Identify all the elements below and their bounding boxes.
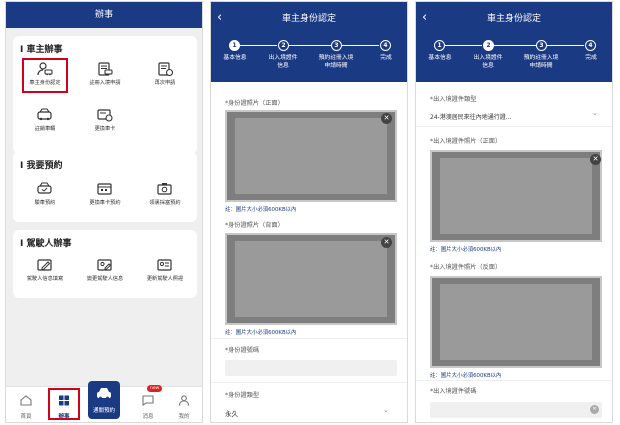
- screen-services: 辦事 I 車主辦事 車主身份認定 註冊入境申請 再次申請 註銷車輛 更換車卡 I…: [5, 1, 203, 423]
- id-front-photo[interactable]: [225, 110, 397, 202]
- id-photo-icon: [157, 259, 172, 271]
- step-2: 2: [278, 40, 289, 51]
- service-driver-photo-update[interactable]: 更新駕駛人照證: [137, 258, 193, 282]
- service-registration-entry[interactable]: 註冊入境申請: [77, 62, 133, 86]
- id-back-label: *身份證照片（背面）: [225, 222, 284, 229]
- new-badge: new: [147, 385, 163, 392]
- navbar: 辦事: [6, 2, 202, 28]
- user-icon: [178, 395, 190, 406]
- service-driver-info-change[interactable]: 變更駕駛人信息: [77, 258, 133, 282]
- step-2: 2: [483, 40, 494, 51]
- step-label: 預約註冊入境 申請時間: [523, 55, 559, 69]
- card-swap-icon: [97, 109, 113, 122]
- doc-number-label: *出入境證件號碼: [430, 388, 477, 395]
- section-title: I 車主辦事: [20, 45, 63, 55]
- navbar: ‹ 車主身份認定: [416, 2, 612, 36]
- id-back-photo[interactable]: [225, 233, 397, 325]
- chevron-down-icon: ⌄: [383, 406, 389, 414]
- step-label: 完成: [585, 55, 597, 61]
- section-title: I 駕駛人辦事: [20, 239, 72, 249]
- car-icon: [97, 388, 111, 400]
- step-label: 基本信息: [223, 55, 247, 61]
- step-label: 預約註冊入境 申請時間: [318, 55, 354, 69]
- close-icon[interactable]: ✕: [381, 113, 392, 124]
- home-icon: [20, 395, 32, 406]
- tab-profile[interactable]: 我的: [166, 391, 202, 420]
- screen-owner-identity-step2: ‹ 車主身份認定 1 2 3 4 基本信息 出入境證件 信息 預約註冊入境 申請…: [415, 1, 613, 423]
- camera-calendar-icon: [157, 183, 172, 195]
- doc-front-photo[interactable]: [430, 150, 602, 242]
- step-label: 出入境證件 信息: [268, 55, 298, 69]
- page-title: 車主身份認定: [486, 14, 541, 24]
- tab-services[interactable]: 辦事: [46, 388, 82, 420]
- back-icon[interactable]: ‹: [217, 11, 222, 24]
- size-note: 註：圖片大小必須600KB以內: [430, 373, 502, 379]
- step-3: 3: [536, 40, 547, 51]
- section-title: I 我要預約: [20, 161, 63, 171]
- service-driver-info-fill[interactable]: 駕駛人信息填寫: [17, 258, 73, 282]
- id-user-edit-icon: [97, 259, 112, 271]
- step-indicator: 1 2 3 4 基本信息 出入境證件 信息 預約註冊入境 申請時間 完成: [416, 36, 612, 82]
- service-sample-collection-appointment[interactable]: 領裏採塞預約: [137, 182, 193, 206]
- tab-home[interactable]: 首頁: [8, 391, 44, 420]
- doc-back-photo[interactable]: [430, 276, 602, 368]
- section-owner-services: I 車主辦事 車主身份認定 註冊入境申請 再次申請 註銷車輛 更換車卡: [13, 36, 197, 154]
- service-reapply[interactable]: 再次申請: [137, 62, 193, 86]
- id-front-label: *身份證照片（正面）: [225, 100, 284, 107]
- clear-icon[interactable]: ✕: [590, 405, 599, 414]
- size-note: 註：圖片大小必須600KB以內: [225, 207, 297, 213]
- tab-messages[interactable]: new 消息: [130, 385, 166, 420]
- selection-highlight: [48, 388, 80, 420]
- close-icon[interactable]: ✕: [590, 154, 601, 165]
- size-note: 註：圖片大小必須600KB以內: [430, 247, 502, 253]
- tab-border-appointment[interactable]: 通關預約: [88, 381, 120, 419]
- chevron-down-icon: ⌄: [592, 109, 598, 117]
- doc-back-label: *出入境證件照片（反面）: [430, 264, 502, 271]
- doc-number-field[interactable]: [430, 402, 602, 418]
- step-4: 4: [380, 40, 391, 51]
- navbar: ‹ 車主身份認定: [211, 2, 407, 36]
- step-1: 1: [229, 40, 240, 51]
- doc-type-select[interactable]: 24-港澳居民來往內地通行證...: [430, 112, 512, 121]
- document-refresh-icon: [158, 62, 173, 76]
- section-appointments: I 我要預約 驗車預約 更換車卡預約 領裏採塞預約: [13, 152, 197, 222]
- size-note: 註：圖片大小必須600KB以內: [225, 330, 297, 336]
- step-label: 基本信息: [428, 55, 452, 61]
- id-number-field[interactable]: [225, 360, 397, 376]
- section-driver-services: I 駕駛人辦事 駕駛人信息填寫 變更駕駛人信息 更新駕駛人照證: [13, 230, 197, 298]
- step-label: 完成: [380, 55, 392, 61]
- doc-type-label: *出入境證件類型: [430, 96, 477, 103]
- service-inspection-appointment[interactable]: 驗車預約: [17, 182, 73, 206]
- id-number-label: *身份證號碼: [225, 347, 260, 354]
- selection-highlight: [22, 58, 68, 93]
- page-title: 車主身份認定: [281, 14, 336, 24]
- step-indicator: 1 2 3 4 基本信息 出入境證件 信息 預約註冊入境 申請時間 完成: [211, 36, 407, 82]
- document-car-icon: [98, 62, 113, 76]
- message-icon: [142, 395, 154, 407]
- close-icon[interactable]: ✕: [381, 237, 392, 248]
- service-card-replace-appointment[interactable]: 更換車卡預約: [77, 182, 133, 206]
- service-deregister-vehicle[interactable]: 註銷車輛: [17, 108, 73, 132]
- step-label: 出入境證件 信息: [473, 55, 503, 69]
- id-type-label: *身份證類型: [225, 392, 260, 399]
- bottom-tab-bar: 首頁 辦事 通關預約 new 消息 我的: [6, 381, 202, 422]
- step-1: 1: [434, 40, 445, 51]
- page-title: 辦事: [94, 10, 113, 20]
- step-4: 4: [585, 40, 596, 51]
- id-type-select[interactable]: 永久: [225, 408, 238, 418]
- doc-front-label: *出入境證件照片（正面）: [430, 138, 502, 145]
- step-3: 3: [331, 40, 342, 51]
- car-check-icon: [37, 182, 52, 194]
- id-edit-icon: [37, 259, 52, 271]
- service-replace-card[interactable]: 更換車卡: [77, 108, 133, 132]
- car-delete-icon: [37, 108, 52, 121]
- back-icon[interactable]: ‹: [422, 11, 427, 24]
- card-calendar-icon: [97, 183, 112, 195]
- service-owner-identity[interactable]: 車主身份認定: [17, 58, 73, 93]
- screen-owner-identity-step1: ‹ 車主身份認定 1 2 3 4 基本信息 出入境證件 信息 預約註冊入境 申請…: [210, 1, 408, 423]
